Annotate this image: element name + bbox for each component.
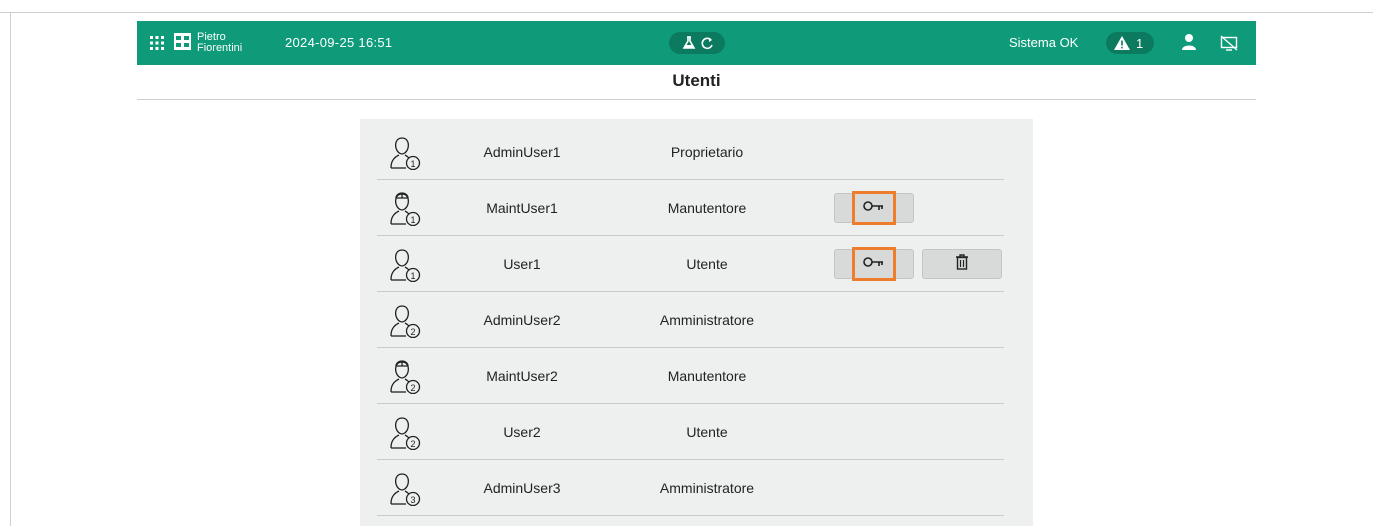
top-bar: Pietro Fiorentini 2024-09-25 16:51 Siste… bbox=[137, 21, 1256, 65]
user-row[interactable]: 1 AdminUser1 Proprietario bbox=[377, 124, 1004, 180]
user-role: Amministratore bbox=[659, 480, 755, 496]
refresh-icon bbox=[701, 37, 713, 50]
row-divider bbox=[377, 515, 1004, 516]
svg-text:2: 2 bbox=[410, 327, 415, 337]
user-role: Utente bbox=[686, 424, 728, 440]
svg-text:2: 2 bbox=[410, 383, 415, 393]
user-level-icon: 3 bbox=[389, 472, 423, 507]
alarm-count: 1 bbox=[1136, 36, 1144, 51]
logo-mark bbox=[174, 33, 191, 50]
user-level-icon: 1 bbox=[389, 136, 423, 171]
user-role: Manutentore bbox=[667, 200, 747, 216]
logo-text-line2: Fiorentini bbox=[197, 42, 243, 54]
user-icon[interactable] bbox=[1181, 33, 1197, 51]
user-row[interactable]: 2 MaintUser2 Manutentore bbox=[377, 348, 1004, 404]
svg-text:1: 1 bbox=[410, 271, 415, 281]
maintenance-user-icon: 1 bbox=[389, 192, 423, 227]
frame-left-border bbox=[10, 12, 11, 526]
svg-text:3: 3 bbox=[410, 495, 415, 505]
grid-icon[interactable] bbox=[149, 35, 165, 51]
username: MaintUser1 bbox=[486, 200, 558, 216]
username: AdminUser3 bbox=[483, 480, 561, 496]
user-row[interactable]: 1 User1 Utente bbox=[377, 236, 1004, 292]
username: User2 bbox=[503, 424, 541, 440]
system-status: Sistema OK bbox=[1009, 35, 1079, 50]
title-divider bbox=[137, 99, 1256, 100]
user-level-icon: 2 bbox=[389, 304, 423, 339]
user-row[interactable]: 1 MaintUser1 Manutentore bbox=[377, 180, 1004, 236]
username: User1 bbox=[503, 256, 541, 272]
user-role: Proprietario bbox=[670, 144, 744, 160]
user-role: Utente bbox=[686, 256, 728, 272]
hmi-disconnected-icon[interactable] bbox=[1220, 35, 1238, 51]
username: AdminUser1 bbox=[483, 144, 561, 160]
delete-user-button[interactable] bbox=[922, 249, 1002, 279]
user-row[interactable]: 2 AdminUser2 Amministratore bbox=[377, 292, 1004, 348]
maintenance-user-icon: 2 bbox=[389, 360, 423, 395]
user-role: Manutentore bbox=[667, 368, 747, 384]
username: AdminUser2 bbox=[483, 312, 561, 328]
user-level-icon: 2 bbox=[389, 416, 423, 451]
alarm-badge[interactable]: 1 bbox=[1106, 32, 1154, 54]
datetime: 2024-09-25 16:51 bbox=[285, 35, 393, 50]
svg-text:1: 1 bbox=[410, 215, 415, 225]
flask-icon bbox=[682, 36, 696, 49]
trash-icon bbox=[955, 253, 969, 275]
user-level-icon: 1 bbox=[389, 248, 423, 283]
user-row[interactable]: 3 AdminUser3 Amministratore bbox=[377, 460, 1004, 516]
username: MaintUser2 bbox=[486, 368, 558, 384]
frame-top-border bbox=[0, 12, 1373, 13]
user-row[interactable]: 2 User2 Utente bbox=[377, 404, 1004, 460]
highlight-box bbox=[852, 247, 896, 281]
highlight-box bbox=[852, 191, 896, 225]
svg-text:2: 2 bbox=[410, 439, 415, 449]
user-role: Amministratore bbox=[659, 312, 755, 328]
warning-icon bbox=[1114, 36, 1130, 50]
status-pill[interactable] bbox=[669, 32, 725, 54]
logo-text: Pietro Fiorentini bbox=[197, 32, 242, 54]
svg-text:1: 1 bbox=[410, 159, 415, 169]
users-list: 1 AdminUser1 Proprietario 1 MaintUser1 Manute… bbox=[360, 119, 1033, 526]
page-title: Utenti bbox=[672, 71, 721, 90]
